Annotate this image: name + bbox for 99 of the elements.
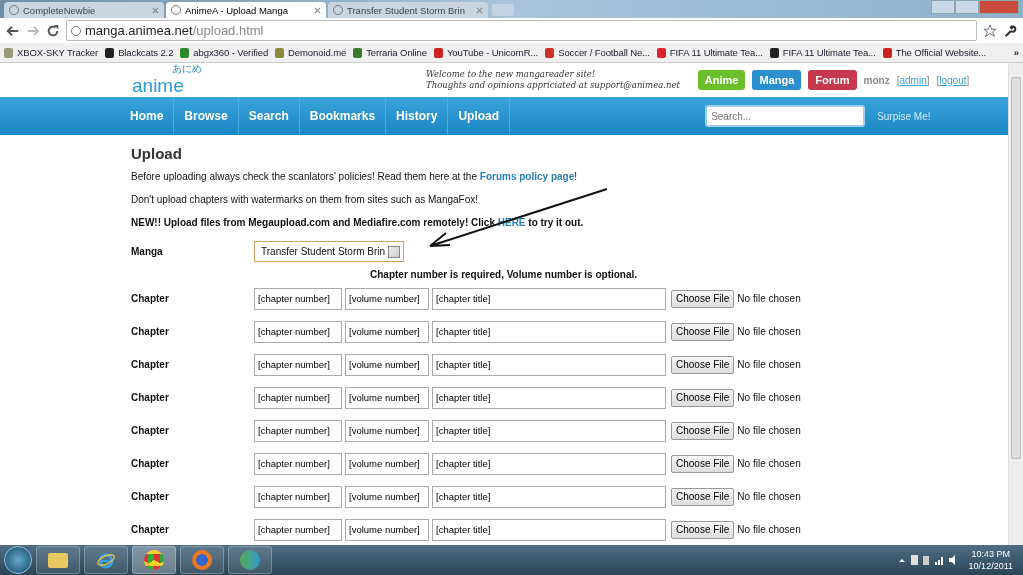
choose-file-button[interactable]: Choose File [671, 289, 735, 308]
volume-number-field[interactable]: [volume number] [345, 419, 429, 442]
chapter-title-field[interactable]: [chapter title] [432, 353, 666, 376]
page-heading: Upload [131, 145, 183, 162]
bookmark[interactable]: Blackcats 2.2 [105, 47, 174, 58]
requirement-note: Chapter number is required, Volume number is optional. [369, 269, 639, 280]
bookmark[interactable]: FIFA 11 Ultimate Tea... [769, 47, 876, 58]
welcome-text: Thoughts and opinions appriciated at support@animea.net [426, 80, 680, 91]
choose-file-button[interactable]: Choose File [671, 520, 735, 539]
field-label: Chapter [131, 359, 170, 370]
bookmark[interactable]: XBOX-SKY Tracker [4, 47, 99, 58]
chapter-number-field[interactable]: [chapter number] [254, 419, 342, 442]
wrench-icon[interactable] [1003, 23, 1017, 38]
chapter-title-field[interactable]: [chapter title] [432, 518, 666, 541]
username: monz [863, 74, 890, 86]
search-field[interactable]: Search... [705, 105, 866, 127]
manga-dropdown[interactable]: Transfer Student Storm Brin [254, 241, 404, 262]
choose-file-button[interactable]: Choose File [671, 388, 735, 407]
section-button[interactable]: Manga [752, 70, 802, 90]
bookmark[interactable]: The Official Website... [882, 47, 986, 58]
bookmark[interactable]: Terraria Online [353, 47, 427, 58]
bracket-text: ] [966, 74, 970, 86]
file-status: No file chosen [737, 458, 801, 469]
bookmark[interactable]: abgx360 - Verified [180, 47, 269, 58]
clock-time[interactable]: 10:43 PM [968, 548, 1013, 560]
bracket-text: [ [896, 74, 900, 86]
field-label: Chapter [131, 491, 170, 502]
browser-tab[interactable]: AnimeA - Upload Manga [166, 2, 326, 18]
choose-file-button[interactable]: Choose File [671, 421, 735, 440]
section-button[interactable]: Forum [808, 70, 857, 90]
back-icon[interactable] [6, 23, 20, 38]
browser-tab[interactable]: CompleteNewbie [4, 2, 164, 18]
chapter-title-field[interactable]: [chapter title] [432, 320, 666, 343]
choose-file-button[interactable]: Choose File [671, 355, 735, 374]
chapter-number-field[interactable]: [chapter number] [254, 518, 342, 541]
bookmark[interactable]: Soccer / Football Ne... [545, 47, 650, 58]
bookmark[interactable]: Demonoid.me [275, 47, 347, 58]
file-status: No file chosen [737, 425, 801, 436]
browser-tab[interactable]: Transfer Student Storm Brin [328, 2, 488, 18]
chapter-title-field[interactable]: [chapter title] [432, 419, 666, 442]
file-status: No file chosen [737, 392, 801, 403]
chapter-title-field[interactable]: [chapter title] [432, 386, 666, 409]
bracket-text: ] [926, 74, 930, 86]
chapter-number-field[interactable]: [chapter number] [254, 452, 342, 475]
field-label: Chapter [131, 392, 170, 403]
clock-date[interactable]: 10/12/2011 [968, 560, 1013, 572]
volume-number-field[interactable]: [volume number] [345, 518, 429, 541]
minimize-button[interactable] [931, 0, 955, 14]
volume-number-field[interactable]: [volume number] [345, 353, 429, 376]
chapter-number-field[interactable]: [chapter number] [254, 485, 342, 508]
site-logo[interactable]: あにめ anime [132, 65, 202, 95]
chapter-number-field[interactable]: [chapter number] [254, 386, 342, 409]
file-status: No file chosen [737, 524, 801, 535]
maximize-button[interactable] [955, 0, 979, 14]
close-icon[interactable] [476, 6, 483, 14]
chapter-number-field[interactable]: [chapter number] [254, 320, 342, 343]
choose-file-button[interactable]: Choose File [671, 322, 735, 341]
file-status: No file chosen [737, 326, 801, 337]
more-bookmarks-button[interactable]: » [1013, 47, 1019, 58]
file-status: No file chosen [737, 293, 801, 304]
close-icon[interactable] [152, 6, 159, 14]
volume-number-field[interactable]: [volume number] [345, 320, 429, 343]
volume-number-field[interactable]: [volume number] [345, 386, 429, 409]
chapter-title-field[interactable]: [chapter title] [432, 485, 666, 508]
star-icon[interactable] [983, 23, 997, 38]
field-label: Chapter [131, 425, 170, 436]
forward-icon[interactable] [26, 23, 40, 38]
chrome-icon[interactable] [132, 546, 176, 574]
scrollbar[interactable] [1008, 63, 1023, 545]
volume-number-field[interactable]: [volume number] [345, 452, 429, 475]
file-status: No file chosen [737, 359, 801, 370]
file-status: No file chosen [737, 491, 801, 502]
start-button[interactable] [4, 546, 32, 574]
choose-file-button[interactable]: Choose File [671, 487, 735, 506]
field-label: Chapter [131, 293, 170, 304]
bookmark[interactable]: FIFA 11 Ultimate Tea... [656, 47, 763, 58]
policy-text: Before uploading always check the scanlators' policies! Read them here at the Forums policy page! [131, 171, 579, 182]
field-label: Chapter [131, 524, 170, 535]
internet-explorer-icon[interactable] [84, 546, 128, 574]
reload-icon[interactable] [46, 23, 60, 38]
volume-number-field[interactable]: [volume number] [345, 287, 429, 310]
field-label: Chapter [131, 326, 170, 337]
field-label: Chapter [131, 458, 170, 469]
close-button[interactable] [979, 0, 1019, 14]
volume-number-field[interactable]: [volume number] [345, 485, 429, 508]
welcome-text: Welcome to the new mangareader site! [426, 69, 597, 80]
watermark-note: Don't upload chapters with watermarks on them from sites such as MangaFox! [131, 194, 480, 205]
bracket-text: [ [936, 74, 940, 86]
choose-file-button[interactable]: Choose File [671, 454, 735, 473]
chapter-number-field[interactable]: [chapter number] [254, 353, 342, 376]
chapter-title-field[interactable]: [chapter title] [432, 287, 666, 310]
close-icon[interactable] [314, 6, 321, 14]
firefox-icon[interactable] [180, 546, 224, 574]
bookmark[interactable]: YouTube - UnicornR... [433, 47, 539, 58]
chapter-title-field[interactable]: [chapter title] [432, 452, 666, 475]
chapter-number-field[interactable]: [chapter number] [254, 287, 342, 310]
field-label: Manga [131, 246, 164, 257]
folder-icon[interactable] [36, 546, 80, 574]
address-bar[interactable]: manga.animea.net/upload.html [66, 20, 977, 41]
